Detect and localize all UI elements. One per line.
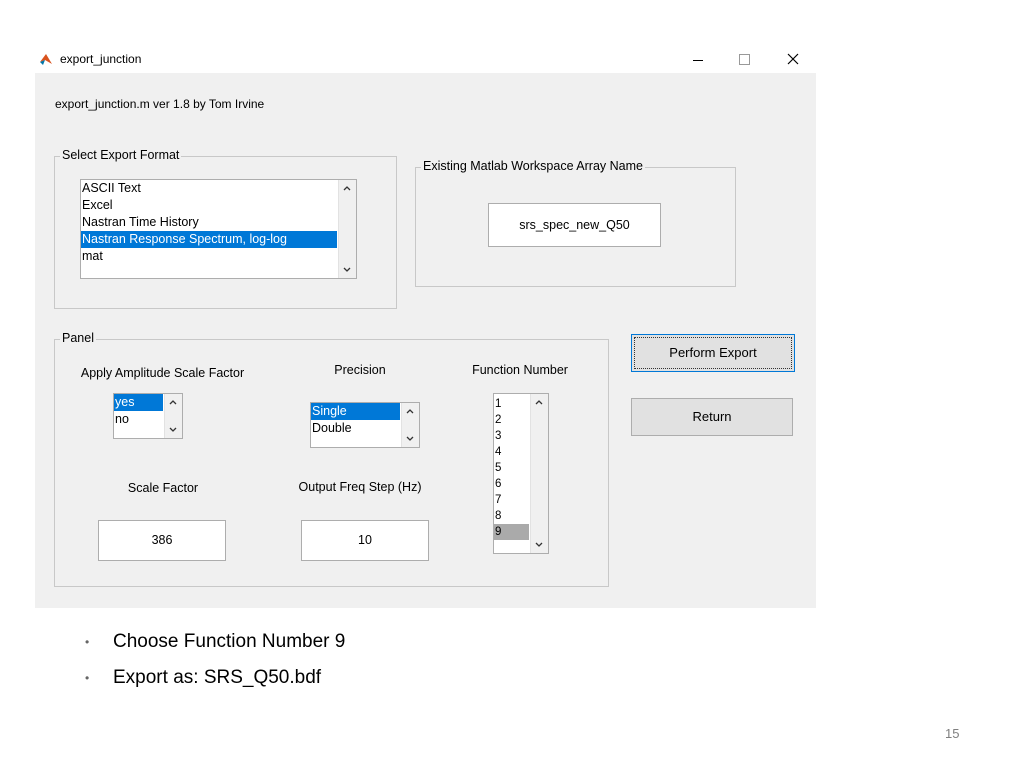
scrollbar[interactable] — [530, 394, 548, 553]
close-icon — [787, 53, 799, 65]
matlab-icon — [40, 54, 52, 65]
page-number: 15 — [945, 726, 960, 741]
panel-group: Panel Apply Amplitude Scale Factor yes n… — [54, 331, 609, 587]
export-junction-window: export_junction export_junction.m ver 1.… — [35, 45, 816, 608]
window-title: export_junction — [60, 52, 142, 66]
chevron-down-icon[interactable] — [343, 267, 351, 273]
amplitude-label: Apply Amplitude Scale Factor — [80, 366, 245, 380]
bullet-item: • Choose Function Number 9 — [85, 630, 345, 666]
list-item-selected[interactable]: 9 — [494, 524, 529, 540]
return-button[interactable]: Return — [631, 398, 793, 436]
chevron-down-icon[interactable] — [535, 542, 543, 548]
scale-factor-label: Scale Factor — [127, 481, 199, 495]
scrollbar[interactable] — [338, 180, 356, 278]
scrollbar[interactable] — [401, 403, 419, 447]
freq-step-input[interactable]: 10 — [301, 520, 429, 561]
precision-listbox[interactable]: Single Double — [310, 402, 420, 448]
chevron-up-icon[interactable] — [169, 399, 177, 405]
close-button[interactable] — [770, 45, 816, 73]
scale-factor-input[interactable]: 386 — [98, 520, 226, 561]
bullet-item: • Export as: SRS_Q50.bdf — [85, 666, 345, 702]
format-listbox[interactable]: ASCII Text Excel Nastran Time History Na… — [80, 179, 357, 279]
list-item[interactable]: mat — [81, 248, 356, 265]
precision-label: Precision — [334, 363, 386, 377]
format-group-label: Select Export Format — [60, 148, 182, 162]
scrollbar[interactable] — [164, 394, 182, 438]
title-bar: export_junction — [35, 45, 816, 73]
minimize-button[interactable] — [675, 45, 721, 73]
panel-group-label: Panel — [60, 331, 96, 345]
chevron-up-icon[interactable] — [343, 185, 351, 191]
bullet-text: Choose Function Number 9 — [113, 631, 346, 652]
perform-export-button[interactable]: Perform Export — [631, 334, 795, 372]
array-name-input[interactable]: srs_spec_new_Q50 — [488, 203, 661, 247]
bullet-icon: • — [85, 635, 90, 649]
chevron-up-icon[interactable] — [406, 408, 414, 414]
amplitude-listbox[interactable]: yes no — [113, 393, 183, 439]
list-item-selected[interactable]: yes — [114, 394, 163, 411]
bullet-text: Export as: SRS_Q50.bdf — [113, 667, 322, 688]
function-number-label: Function Number — [472, 363, 568, 377]
chevron-down-icon[interactable] — [406, 436, 414, 442]
freq-step-label: Output Freq Step (Hz) — [298, 480, 422, 494]
list-item[interactable]: Nastran Time History — [81, 214, 356, 231]
list-item[interactable]: ASCII Text — [81, 180, 356, 197]
function-number-listbox[interactable]: 1 2 3 4 5 6 7 8 9 — [493, 393, 549, 554]
workspace-group: Existing Matlab Workspace Array Name srs… — [415, 159, 736, 287]
format-group: Select Export Format ASCII Text Excel Na… — [54, 148, 397, 309]
version-text: export_junction.m ver 1.8 by Tom Irvine — [55, 97, 265, 111]
slide-bullets: • Choose Function Number 9 • Export as: … — [85, 630, 345, 702]
bullet-icon: • — [85, 671, 90, 685]
chevron-up-icon[interactable] — [535, 399, 543, 405]
workspace-group-label: Existing Matlab Workspace Array Name — [421, 159, 645, 173]
list-item[interactable]: Excel — [81, 197, 356, 214]
list-item-selected[interactable]: Single — [311, 403, 400, 420]
chevron-down-icon[interactable] — [169, 427, 177, 433]
maximize-button[interactable] — [721, 45, 767, 73]
list-item-selected[interactable]: Nastran Response Spectrum, log-log — [81, 231, 337, 248]
